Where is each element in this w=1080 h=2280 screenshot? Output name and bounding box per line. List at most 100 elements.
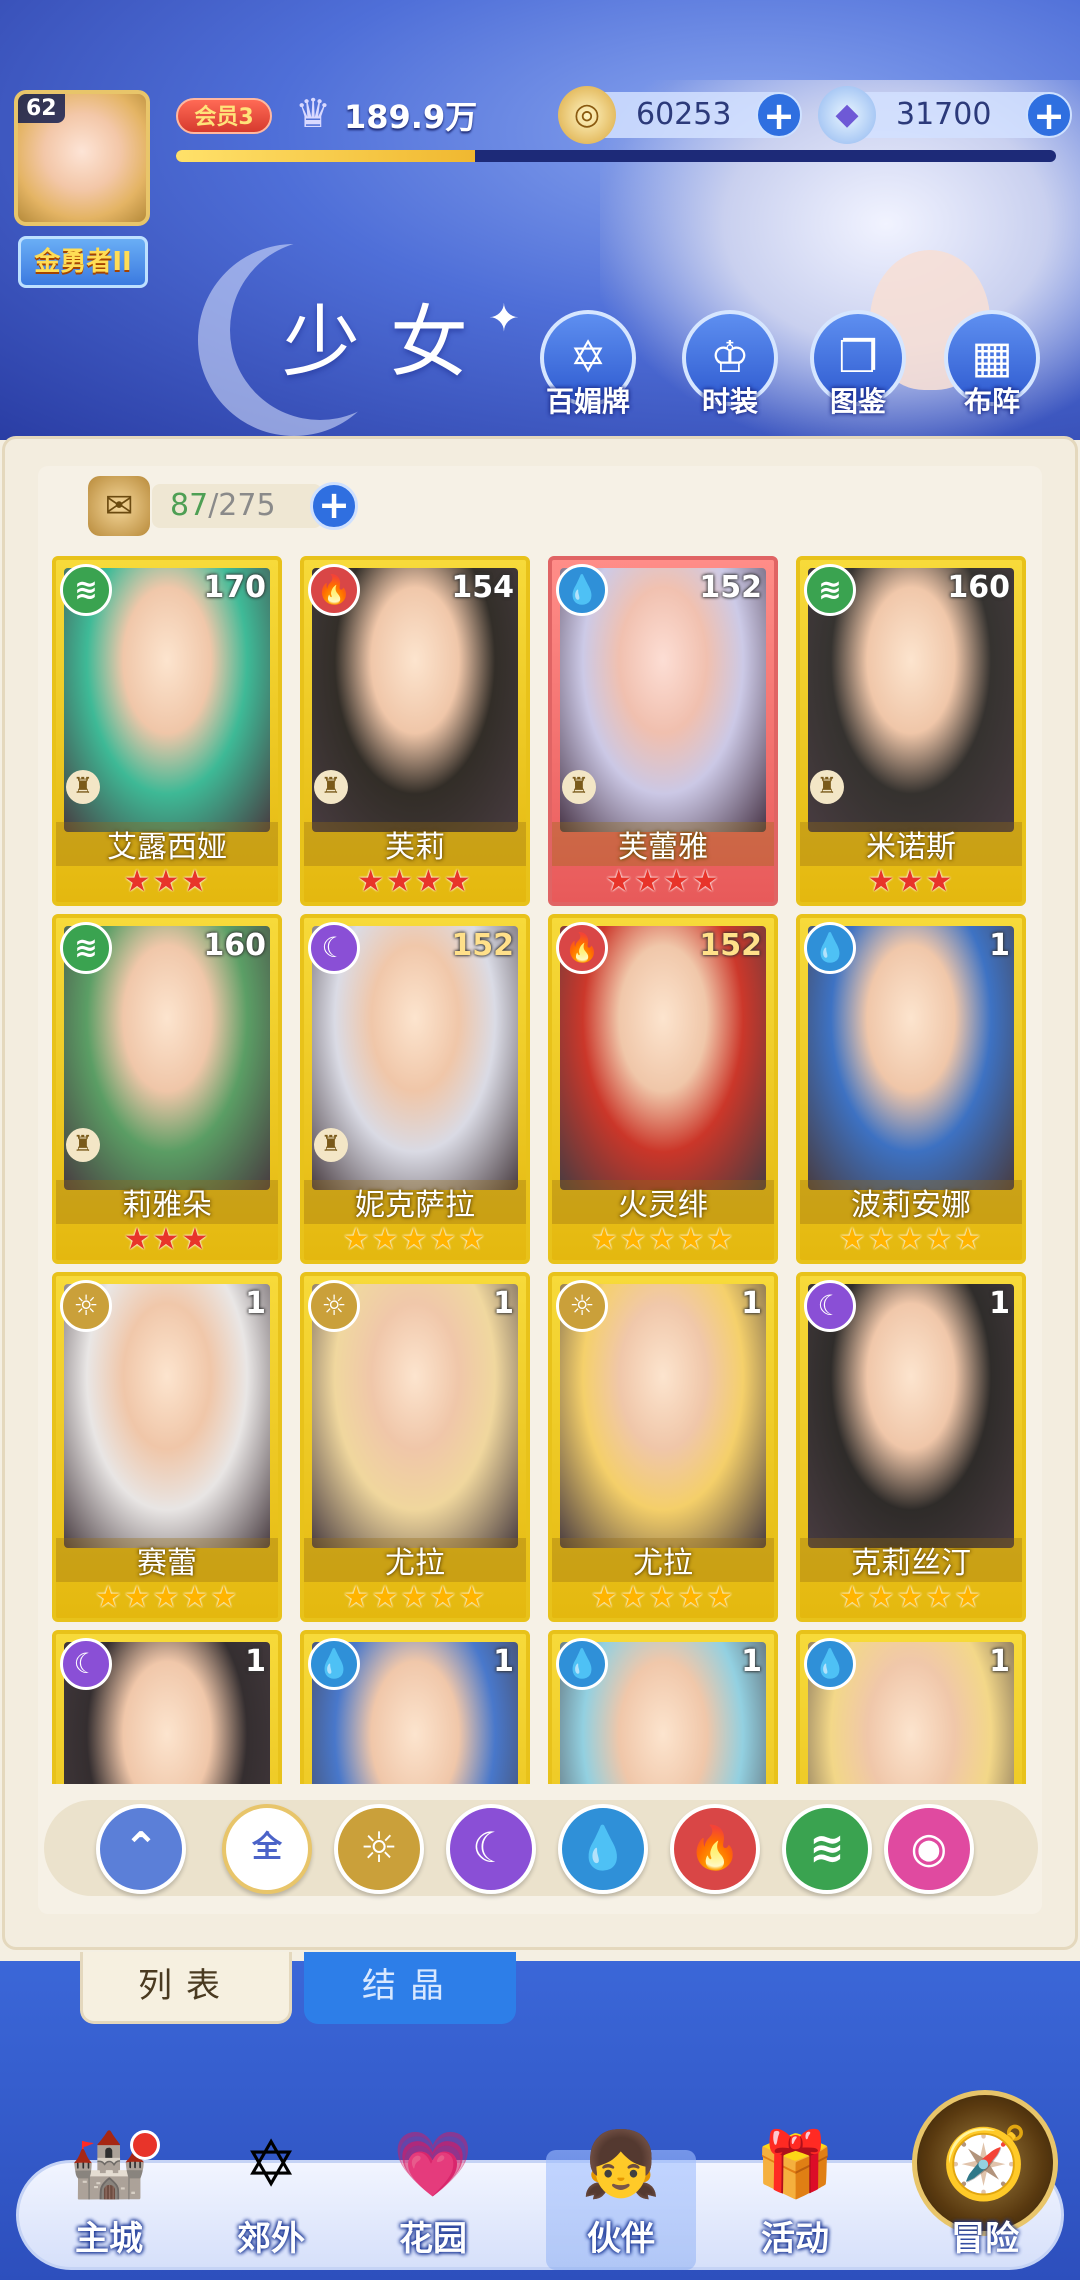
rank-chess-icon: ♜ xyxy=(66,1128,100,1162)
fire-element-icon: 🔥 xyxy=(556,922,608,974)
character-level: 1 xyxy=(493,1286,514,1321)
portal-icon: ✡ xyxy=(244,2128,298,2202)
character-stars: ★★★★★ xyxy=(342,1222,488,1257)
nav-label: 郊外 xyxy=(237,2219,305,2259)
formation-label: 布阵 xyxy=(963,385,1020,418)
card-deck-label: 百媚牌 xyxy=(545,385,630,418)
combat-power: 189.9万 xyxy=(344,98,478,136)
character-level: 152 xyxy=(699,570,762,605)
outfit-button[interactable]: ♔ 时装 xyxy=(680,310,780,420)
sparkle-icon: ✦ xyxy=(488,296,520,340)
rank-chess-icon: ♜ xyxy=(562,770,596,804)
sun-element-icon: ☼ xyxy=(308,1280,360,1332)
character-name: 芙蕾雅 xyxy=(552,822,774,866)
character-card[interactable]: 💧 1 xyxy=(300,1630,530,1784)
filter-all-button[interactable]: 全 xyxy=(222,1804,312,1894)
water-element-icon: 💧 xyxy=(308,1638,360,1690)
nav-item[interactable]: ✡ 郊外 xyxy=(196,2110,346,2270)
character-card[interactable]: 💧 1 xyxy=(548,1630,778,1784)
add-gold-button[interactable]: + xyxy=(756,92,802,138)
character-card[interactable]: ☼ 1 尤拉 ★★★★★ xyxy=(300,1272,530,1622)
character-name: 艾露西娅 xyxy=(56,822,278,866)
character-card[interactable]: ☾ 1 克莉丝汀 ★★★★★ xyxy=(796,1272,1026,1622)
outfit-label: 时装 xyxy=(701,385,758,418)
wind-element-icon: ≋ xyxy=(60,922,112,974)
character-card[interactable]: ≋ 160 ♜ 莉雅朵 ★★★ xyxy=(52,914,282,1264)
character-card[interactable]: 🔥 154 ♜ 芙莉 ★★★★ xyxy=(300,556,530,906)
character-card[interactable]: 💧 1 波莉安娜 ★★★★★ xyxy=(796,914,1026,1264)
wind-icon: ≋ xyxy=(809,1823,845,1872)
sun-icon: ☼ xyxy=(360,1823,398,1872)
vip-badge[interactable]: 会员3 xyxy=(176,98,272,134)
water-element-icon: 💧 xyxy=(804,922,856,974)
nav-item[interactable]: 💗 花园 xyxy=(358,2110,508,2270)
character-card[interactable]: ≋ 170 ♜ 艾露西娅 ★★★ xyxy=(52,556,282,906)
character-stars: ★★★★★ xyxy=(838,1222,984,1257)
gold-amount: 60253 xyxy=(636,97,732,132)
filter-collapse-button[interactable]: ⌃ xyxy=(96,1804,186,1894)
character-stars: ★★★★★ xyxy=(590,1580,736,1615)
character-card[interactable]: 💧 152 ♜ 芙蕾雅 ★★★★ xyxy=(548,556,778,906)
filter-star-button[interactable]: ◉ xyxy=(884,1804,974,1894)
character-name: 妮克萨拉 xyxy=(304,1180,526,1224)
castle-icon: 🏰 xyxy=(69,2128,149,2202)
moon-element-icon: ☾ xyxy=(308,922,360,974)
character-stars: ★★★★★ xyxy=(94,1580,240,1615)
bag-icon: ✉ xyxy=(88,476,150,536)
character-level: 1 xyxy=(245,1644,266,1679)
filter-sun-button[interactable]: ☼ xyxy=(334,1804,424,1894)
character-name: 赛蕾 xyxy=(56,1538,278,1582)
character-stars: ★★★ xyxy=(123,864,211,899)
character-card[interactable]: 🔥 152 火灵绯 ★★★★★ xyxy=(548,914,778,1264)
filter-fire-button[interactable]: 🔥 xyxy=(670,1804,760,1894)
character-stars: ★★★★ xyxy=(605,864,721,899)
tab-list[interactable]: 列表 xyxy=(80,1952,292,2024)
formation-button[interactable]: ▦ 布阵 xyxy=(942,310,1042,420)
add-gem-button[interactable]: + xyxy=(1026,92,1072,138)
character-stars: ★★★ xyxy=(867,864,955,899)
nav-label: 冒险 xyxy=(951,2219,1019,2259)
xp-progress-bar xyxy=(176,150,1056,162)
rank-chess-icon: ♜ xyxy=(314,770,348,804)
gold-currency: ◎ 60253 + xyxy=(558,86,802,144)
xp-progress-fill xyxy=(176,150,476,162)
character-level: 170 xyxy=(203,570,266,605)
codex-button[interactable]: ❐ 图鉴 xyxy=(808,310,908,420)
character-level: 1 xyxy=(741,1286,762,1321)
character-name: 波莉安娜 xyxy=(800,1180,1022,1224)
nav-label: 花园 xyxy=(399,2219,467,2259)
gem-icon: ◆ xyxy=(818,86,876,144)
fire-element-icon: 🔥 xyxy=(308,564,360,616)
nav-label: 主城 xyxy=(75,2219,143,2259)
character-stars: ★★★★★ xyxy=(342,1580,488,1615)
gold-coin-icon: ◎ xyxy=(558,86,616,144)
character-card[interactable]: ☾ 1 xyxy=(52,1630,282,1784)
player-avatar[interactable]: 62 xyxy=(14,90,150,226)
character-level: 160 xyxy=(947,570,1010,605)
expand-capacity-button[interactable]: + xyxy=(310,482,358,530)
character-stars: ★★★★★ xyxy=(590,1222,736,1257)
filter-water-button[interactable]: 💧 xyxy=(558,1804,648,1894)
character-level: 1 xyxy=(989,928,1010,963)
character-card[interactable]: ☼ 1 赛蕾 ★★★★★ xyxy=(52,1272,282,1622)
character-level: 1 xyxy=(493,1644,514,1679)
moon-element-icon: ☾ xyxy=(60,1638,112,1690)
character-card[interactable]: ☼ 1 尤拉 ★★★★★ xyxy=(548,1272,778,1622)
roster-capacity: ✉ 87/275 + xyxy=(88,476,358,536)
character-card[interactable]: 💧 1 xyxy=(796,1630,1026,1784)
sun-element-icon: ☼ xyxy=(556,1280,608,1332)
tab-crystal[interactable]: 结晶 xyxy=(304,1952,516,2024)
player-rank-badge[interactable]: 金勇者II xyxy=(18,236,148,288)
character-card[interactable]: ☾ 152 ♜ 妮克萨拉 ★★★★★ xyxy=(300,914,530,1264)
filter-moon-button[interactable]: ☾ xyxy=(446,1804,536,1894)
character-card[interactable]: ≋ 160 ♜ 米诺斯 ★★★ xyxy=(796,556,1026,906)
character-grid: ≋ 170 ♜ 艾露西娅 ★★★ 🔥 154 ♜ 芙莉 ★★★★ 💧 152 ♜ 芙蕾雅 ★★★★ ≋ 160 ♜… xyxy=(52,556,1032,1784)
filter-wind-button[interactable]: ≋ xyxy=(782,1804,872,1894)
rank-chess-icon: ♜ xyxy=(66,770,100,804)
nav-item[interactable]: 👧 伙伴 xyxy=(546,2110,696,2270)
nav-item[interactable]: 🏰 主城 xyxy=(34,2110,184,2270)
character-level: 1 xyxy=(989,1286,1010,1321)
nav-adventure[interactable]: 🧭 冒险 xyxy=(906,2090,1064,2260)
card-deck-button[interactable]: ✡ 百媚牌 xyxy=(538,310,638,420)
nav-item[interactable]: 🎁 活动 xyxy=(720,2110,870,2270)
